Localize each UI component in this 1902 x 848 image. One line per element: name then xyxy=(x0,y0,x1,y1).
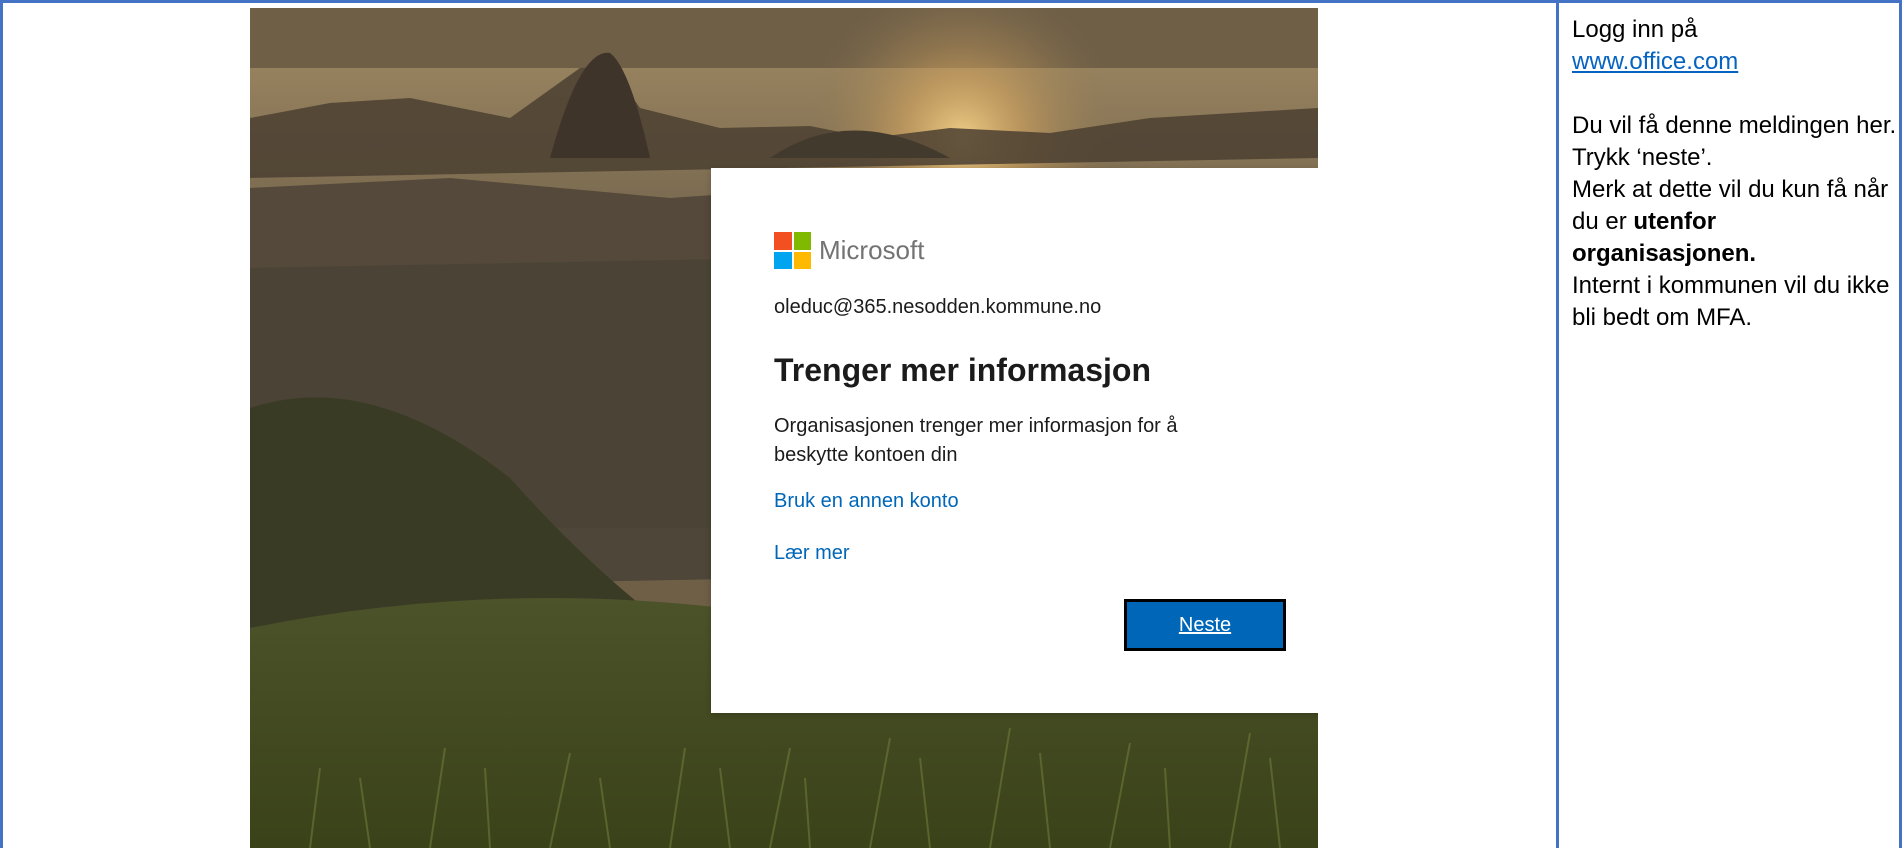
signin-card: Microsoft oleduc@365.nesodden.kommune.no… xyxy=(711,168,1318,713)
microsoft-logo: Microsoft xyxy=(774,232,924,269)
notes-line1: Logg inn på xyxy=(1572,16,1698,43)
use-another-account-link[interactable]: Bruk en annen konto xyxy=(774,490,959,513)
notes-para3-start: Merk at dette vil du kun få når du er xyxy=(1572,176,1889,235)
instruction-notes: Logg inn på www.office.com Du vil få den… xyxy=(1572,14,1898,334)
microsoft-logo-icon xyxy=(774,232,811,269)
brand-name: Microsoft xyxy=(819,235,925,265)
account-email: oleduc@365.nesodden.kommune.no xyxy=(774,296,1102,318)
logo-square-green xyxy=(793,232,811,250)
notes-para3: Merk at dette vil du kun få når du er ut… xyxy=(1572,174,1898,270)
notes-para2: Du vil få denne meldingen her. Trykk ‘ne… xyxy=(1572,112,1897,171)
logo-square-yellow xyxy=(793,251,811,269)
background-photo: Microsoft oleduc@365.nesodden.kommune.no… xyxy=(250,8,1318,848)
next-button[interactable]: Neste xyxy=(1124,599,1286,651)
logo-square-red xyxy=(774,232,792,250)
description-text: Organisasjonen trenger mer informasjon f… xyxy=(774,415,1178,466)
page-title: Trenger mer informasjon xyxy=(774,352,1151,388)
notes-para4: Internt i kommunen vil du ikke bli bedt … xyxy=(1572,272,1890,331)
logo-square-blue xyxy=(774,251,792,269)
learn-more-link[interactable]: Lær mer xyxy=(774,542,850,565)
office-link[interactable]: www.office.com xyxy=(1572,48,1738,75)
table-column-divider xyxy=(1556,0,1559,848)
